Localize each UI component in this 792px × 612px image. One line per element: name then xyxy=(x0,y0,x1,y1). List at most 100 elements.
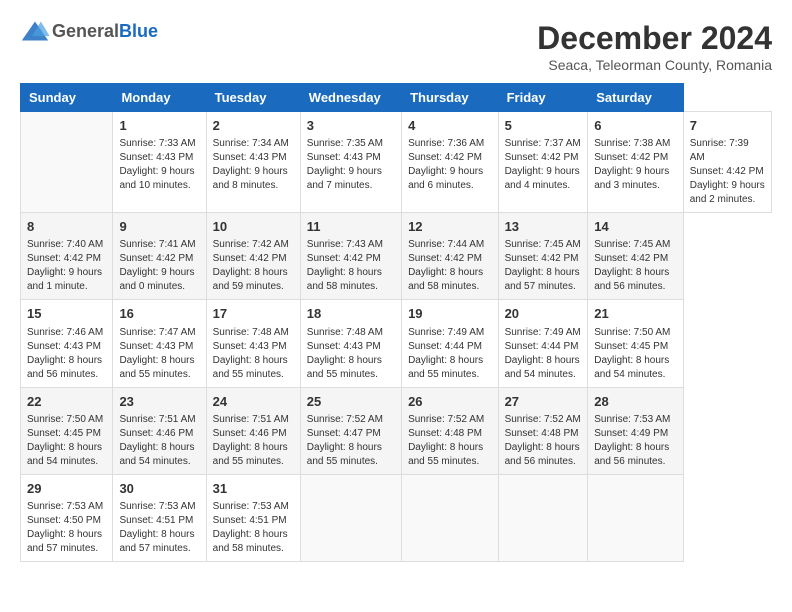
calendar-cell: 31Sunrise: 7:53 AMSunset: 4:51 PMDayligh… xyxy=(206,474,300,561)
calendar-cell: 2Sunrise: 7:34 AMSunset: 4:43 PMDaylight… xyxy=(206,112,300,213)
cell-line: Daylight: 8 hours and 55 minutes. xyxy=(213,354,294,382)
calendar-cell: 22Sunrise: 7:50 AMSunset: 4:45 PMDayligh… xyxy=(21,387,113,474)
cell-content: 11Sunrise: 7:43 AMSunset: 4:42 PMDayligh… xyxy=(307,218,395,294)
cell-line: Daylight: 8 hours and 58 minutes. xyxy=(213,528,294,556)
calendar-cell: 4Sunrise: 7:36 AMSunset: 4:42 PMDaylight… xyxy=(402,112,499,213)
cell-line: Sunrise: 7:42 AM xyxy=(213,238,294,252)
cell-line: Daylight: 9 hours and 0 minutes. xyxy=(119,266,199,294)
calendar-cell: 1Sunrise: 7:33 AMSunset: 4:43 PMDaylight… xyxy=(113,112,206,213)
cell-line: Sunrise: 7:52 AM xyxy=(408,413,492,427)
day-number: 18 xyxy=(307,305,395,323)
day-number: 22 xyxy=(27,393,106,411)
calendar-cell: 6Sunrise: 7:38 AMSunset: 4:42 PMDaylight… xyxy=(588,112,684,213)
cell-content: 31Sunrise: 7:53 AMSunset: 4:51 PMDayligh… xyxy=(213,480,294,556)
col-sunday: Sunday xyxy=(21,84,113,112)
cell-line: Sunrise: 7:52 AM xyxy=(307,413,395,427)
cell-content: 18Sunrise: 7:48 AMSunset: 4:43 PMDayligh… xyxy=(307,305,395,381)
calendar-header-row: Sunday Monday Tuesday Wednesday Thursday… xyxy=(21,84,772,112)
cell-content: 22Sunrise: 7:50 AMSunset: 4:45 PMDayligh… xyxy=(27,393,106,469)
cell-line: Sunset: 4:42 PM xyxy=(213,252,294,266)
calendar-cell: 20Sunrise: 7:49 AMSunset: 4:44 PMDayligh… xyxy=(498,300,588,387)
calendar-week-row: 29Sunrise: 7:53 AMSunset: 4:50 PMDayligh… xyxy=(21,474,772,561)
day-number: 30 xyxy=(119,480,199,498)
calendar-cell: 14Sunrise: 7:45 AMSunset: 4:42 PMDayligh… xyxy=(588,213,684,300)
cell-line: Sunrise: 7:47 AM xyxy=(119,326,199,340)
cell-line: Sunrise: 7:44 AM xyxy=(408,238,492,252)
day-number: 3 xyxy=(307,117,395,135)
calendar-cell: 29 Sunrise: 7:53 AMSunset: 4:50 PMDayligh… xyxy=(21,474,113,561)
cell-line: Sunrise: 7:53 AM xyxy=(119,500,199,514)
day-number: 9 xyxy=(119,218,199,236)
cell-line: Daylight: 8 hours and 55 minutes. xyxy=(119,354,199,382)
calendar-cell: 11Sunrise: 7:43 AMSunset: 4:42 PMDayligh… xyxy=(300,213,401,300)
col-friday: Friday xyxy=(498,84,588,112)
day-number: 7 xyxy=(690,117,765,135)
logo-icon xyxy=(20,20,50,42)
cell-line: Sunset: 4:43 PM xyxy=(119,340,199,354)
calendar-cell: 28Sunrise: 7:53 AMSunset: 4:49 PMDayligh… xyxy=(588,387,684,474)
cell-line: Sunset: 4:44 PM xyxy=(408,340,492,354)
cell-line: Sunrise: 7:53 AM xyxy=(213,500,294,514)
cell-line: Sunrise: 7:37 AM xyxy=(505,137,582,151)
day-number: 23 xyxy=(119,393,199,411)
day-number: 29 xyxy=(27,480,106,498)
cell-line: Sunrise: 7:33 AM xyxy=(119,137,199,151)
calendar-cell: 24Sunrise: 7:51 AMSunset: 4:46 PMDayligh… xyxy=(206,387,300,474)
calendar-cell: 19Sunrise: 7:49 AMSunset: 4:44 PMDayligh… xyxy=(402,300,499,387)
calendar-cell xyxy=(498,474,588,561)
cell-line: Sunrise: 7:45 AM xyxy=(594,238,677,252)
cell-line: Daylight: 8 hours and 59 minutes. xyxy=(213,266,294,294)
col-wednesday: Wednesday xyxy=(300,84,401,112)
cell-line: Daylight: 8 hours and 57 minutes. xyxy=(27,528,106,556)
cell-content: 25Sunrise: 7:52 AMSunset: 4:47 PMDayligh… xyxy=(307,393,395,469)
day-number: 27 xyxy=(505,393,582,411)
cell-line: Sunset: 4:50 PM xyxy=(27,514,106,528)
cell-line: Sunset: 4:51 PM xyxy=(119,514,199,528)
cell-line: Sunrise: 7:48 AM xyxy=(213,326,294,340)
cell-line: Sunset: 4:43 PM xyxy=(119,151,199,165)
logo: GeneralBlue xyxy=(20,20,158,42)
calendar-cell xyxy=(402,474,499,561)
cell-line: Daylight: 9 hours and 10 minutes. xyxy=(119,165,199,193)
cell-line: Sunset: 4:43 PM xyxy=(307,340,395,354)
calendar-cell: 26Sunrise: 7:52 AMSunset: 4:48 PMDayligh… xyxy=(402,387,499,474)
cell-content: 21Sunrise: 7:50 AMSunset: 4:45 PMDayligh… xyxy=(594,305,677,381)
cell-line: Sunset: 4:42 PM xyxy=(307,252,395,266)
calendar-cell: 5Sunrise: 7:37 AMSunset: 4:42 PMDaylight… xyxy=(498,112,588,213)
cell-line: Sunset: 4:43 PM xyxy=(213,151,294,165)
cell-line: Daylight: 8 hours and 56 minutes. xyxy=(505,441,582,469)
cell-line: Sunset: 4:42 PM xyxy=(408,151,492,165)
day-number: 28 xyxy=(594,393,677,411)
cell-line: Sunrise: 7:34 AM xyxy=(213,137,294,151)
cell-line: Sunrise: 7:50 AM xyxy=(27,413,106,427)
calendar-cell: 16 Sunrise: 7:47 AMSunset: 4:43 PMDayligh… xyxy=(113,300,206,387)
day-number: 26 xyxy=(408,393,492,411)
cell-line: Daylight: 8 hours and 55 minutes. xyxy=(213,441,294,469)
cell-line: Daylight: 8 hours and 55 minutes. xyxy=(307,354,395,382)
day-number: 16 xyxy=(119,305,199,323)
calendar-cell: 27Sunrise: 7:52 AMSunset: 4:48 PMDayligh… xyxy=(498,387,588,474)
cell-content: 15Sunrise: 7:46 AMSunset: 4:43 PMDayligh… xyxy=(27,305,106,381)
day-number: 12 xyxy=(408,218,492,236)
calendar-cell: 30Sunrise: 7:53 AMSunset: 4:51 PMDayligh… xyxy=(113,474,206,561)
title-area: December 2024 Seaca, Teleorman County, R… xyxy=(537,20,772,73)
day-number: 2 xyxy=(213,117,294,135)
cell-line: Daylight: 9 hours and 3 minutes. xyxy=(594,165,677,193)
day-number: 6 xyxy=(594,117,677,135)
calendar-cell xyxy=(21,112,113,213)
cell-content: 5Sunrise: 7:37 AMSunset: 4:42 PMDaylight… xyxy=(505,117,582,193)
cell-line: Sunset: 4:42 PM xyxy=(27,252,106,266)
cell-line: Sunset: 4:46 PM xyxy=(119,427,199,441)
day-number: 17 xyxy=(213,305,294,323)
cell-content: 12Sunrise: 7:44 AMSunset: 4:42 PMDayligh… xyxy=(408,218,492,294)
day-number: 31 xyxy=(213,480,294,498)
cell-line: Sunset: 4:42 PM xyxy=(408,252,492,266)
cell-line: Sunrise: 7:53 AM xyxy=(27,500,106,514)
cell-line: Daylight: 8 hours and 56 minutes. xyxy=(594,266,677,294)
cell-content: 23Sunrise: 7:51 AMSunset: 4:46 PMDayligh… xyxy=(119,393,199,469)
cell-content: 8Sunrise: 7:40 AMSunset: 4:42 PMDaylight… xyxy=(27,218,106,294)
cell-content: 30Sunrise: 7:53 AMSunset: 4:51 PMDayligh… xyxy=(119,480,199,556)
cell-content: 16 Sunrise: 7:47 AMSunset: 4:43 PMDayligh… xyxy=(119,305,199,381)
calendar-week-row: 8Sunrise: 7:40 AMSunset: 4:42 PMDaylight… xyxy=(21,213,772,300)
cell-line: Daylight: 8 hours and 57 minutes. xyxy=(505,266,582,294)
